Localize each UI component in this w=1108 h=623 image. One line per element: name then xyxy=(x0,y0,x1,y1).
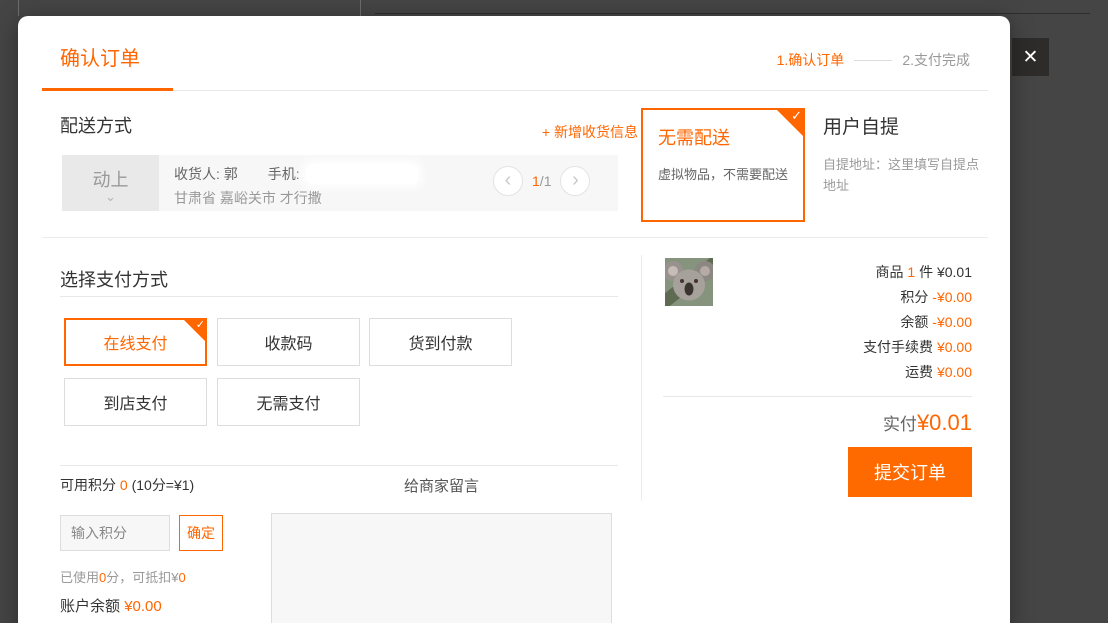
address-pager: ‹ 1/1 › xyxy=(493,166,590,196)
page-current: 1 xyxy=(532,173,540,189)
points-used-line: 已使用0分，可抵扣¥0 xyxy=(60,567,186,586)
item-label: 商品 xyxy=(875,264,903,280)
merchant-message-textarea[interactable] xyxy=(271,513,612,623)
row-label: 支付手续费 xyxy=(863,339,933,355)
close-button[interactable]: ✕ xyxy=(1012,38,1049,76)
delivery-option-pickup[interactable]: 用户自提 自提地址：这里填写自提点地址 xyxy=(823,112,985,196)
prev-address-button[interactable]: ‹ xyxy=(493,166,523,196)
row-value: -¥0.00 xyxy=(932,289,972,305)
selected-corner-badge: ✓ xyxy=(775,108,805,138)
row-label: 余额 xyxy=(900,314,928,330)
summary-row-balance: 余额 -¥0.00 xyxy=(658,310,972,335)
payment-heading-rule xyxy=(60,296,618,297)
points-confirm-button[interactable]: 确定 xyxy=(179,515,223,551)
receiver-name: 收货人: 郭 xyxy=(174,164,238,184)
header-rule-accent xyxy=(42,88,173,91)
chevron-right-icon: › xyxy=(572,170,579,190)
total-value: ¥0.01 xyxy=(917,410,972,435)
points-input[interactable] xyxy=(60,515,170,551)
step-payment-done: 2.支付完成 xyxy=(902,50,970,70)
summary-vertical-divider xyxy=(641,255,642,501)
background-divider xyxy=(18,0,19,16)
summary-item-row: 商品 1 件 ¥0.01 xyxy=(658,260,972,285)
step-confirm-order: 1.确认订单 xyxy=(777,50,845,70)
row-value: -¥0.00 xyxy=(932,314,972,330)
points-used-prefix: 已使用 xyxy=(60,570,99,585)
check-icon: ✓ xyxy=(196,318,205,331)
summary-row-fee: 支付手续费 ¥0.00 xyxy=(658,335,972,360)
phone-number-redacted xyxy=(306,164,418,184)
address-page-indicator: 1/1 xyxy=(532,173,551,189)
address-region: 甘肃省 嘉峪关市 才行撒 xyxy=(174,188,418,208)
account-balance-line: 账户余额 ¥0.00 xyxy=(60,595,162,616)
payment-option-label: 货到付款 xyxy=(408,330,472,354)
check-icon: ✓ xyxy=(791,108,802,124)
summary-row-points: 积分 -¥0.00 xyxy=(658,285,972,310)
row-label: 积分 xyxy=(900,289,928,305)
order-confirm-modal: 确认订单 1.确认订单 2.支付完成 配送方式 + 新增收货信息 动上 ⌄ 收货… xyxy=(18,16,1010,623)
modal-title: 确认订单 xyxy=(60,42,140,71)
available-points-line: 可用积分 0 (10分=¥1) xyxy=(60,475,194,495)
payment-section-heading: 选择支付方式 xyxy=(60,266,168,292)
payment-option-qrcode[interactable]: 收款码 xyxy=(217,318,360,366)
add-address-link[interactable]: + 新增收货信息 xyxy=(60,122,638,142)
payment-option-label: 在线支付 xyxy=(103,330,167,354)
selected-corner-badge: ✓ xyxy=(182,318,207,343)
account-balance-value: ¥0.00 xyxy=(124,598,162,615)
order-summary: 商品 1 件 ¥0.01 积分 -¥0.00 余额 -¥0.00 支付手续费 ¥… xyxy=(658,260,972,385)
step-separator-line xyxy=(854,60,892,61)
points-section-rule xyxy=(60,465,618,466)
delivery-option-desc: 自提地址：这里填写自提点地址 xyxy=(823,154,985,196)
delivery-option-title: 用户自提 xyxy=(823,112,985,139)
row-value: ¥0.00 xyxy=(937,339,972,355)
payment-option-none[interactable]: 无需支付 xyxy=(217,378,360,426)
summary-row-shipping: 运费 ¥0.00 xyxy=(658,360,972,385)
header-rule xyxy=(42,90,988,91)
page-total: 1 xyxy=(544,173,552,189)
total-line: 实付¥0.01 xyxy=(658,410,972,436)
total-label: 实付 xyxy=(883,415,917,434)
submit-order-button[interactable]: 提交订单 xyxy=(848,447,972,497)
section-divider xyxy=(42,237,988,238)
address-tag-label: 动上 xyxy=(93,166,129,192)
points-rate: (10分=¥1) xyxy=(132,477,195,493)
item-price: ¥0.01 xyxy=(937,264,972,280)
payment-option-instore[interactable]: 到店支付 xyxy=(64,378,207,426)
chevron-left-icon: ‹ xyxy=(505,170,512,190)
points-deduct-value: 0 xyxy=(178,570,185,585)
chevron-down-icon: ⌄ xyxy=(105,193,116,201)
phone-label: 手机: xyxy=(268,164,300,184)
delivery-option-desc: 虚拟物品，不需要配送 xyxy=(658,164,803,183)
background-rule xyxy=(375,13,1090,14)
address-info: 收货人: 郭 手机: 甘肃省 嘉峪关市 才行撒 xyxy=(159,155,418,211)
checkout-steps: 1.确认订单 2.支付完成 xyxy=(777,50,970,70)
merchant-message-label: 给商家留言 xyxy=(271,475,612,496)
available-points-label: 可用积分 xyxy=(60,477,116,493)
payment-option-label: 到店支付 xyxy=(103,390,167,414)
item-qty: 1 xyxy=(907,264,915,280)
address-tag: 动上 ⌄ xyxy=(62,155,159,211)
summary-divider xyxy=(663,396,972,397)
background-divider xyxy=(360,0,361,16)
account-balance-label: 账户余额 xyxy=(60,598,120,615)
payment-option-online[interactable]: ✓ 在线支付 xyxy=(64,318,207,366)
close-icon: ✕ xyxy=(1023,46,1039,69)
delivery-option-no-shipping[interactable]: ✓ 无需配送 虚拟物品，不需要配送 xyxy=(641,108,805,222)
row-value: ¥0.00 xyxy=(937,364,972,380)
points-used-mid: 分，可抵扣¥ xyxy=(106,570,178,585)
payment-option-cod[interactable]: 货到付款 xyxy=(369,318,512,366)
next-address-button[interactable]: › xyxy=(560,166,590,196)
item-unit: 件 xyxy=(919,264,933,280)
available-points-value: 0 xyxy=(120,477,128,493)
payment-option-label: 无需支付 xyxy=(256,390,320,414)
row-label: 运费 xyxy=(905,364,933,380)
payment-option-label: 收款码 xyxy=(264,330,312,354)
